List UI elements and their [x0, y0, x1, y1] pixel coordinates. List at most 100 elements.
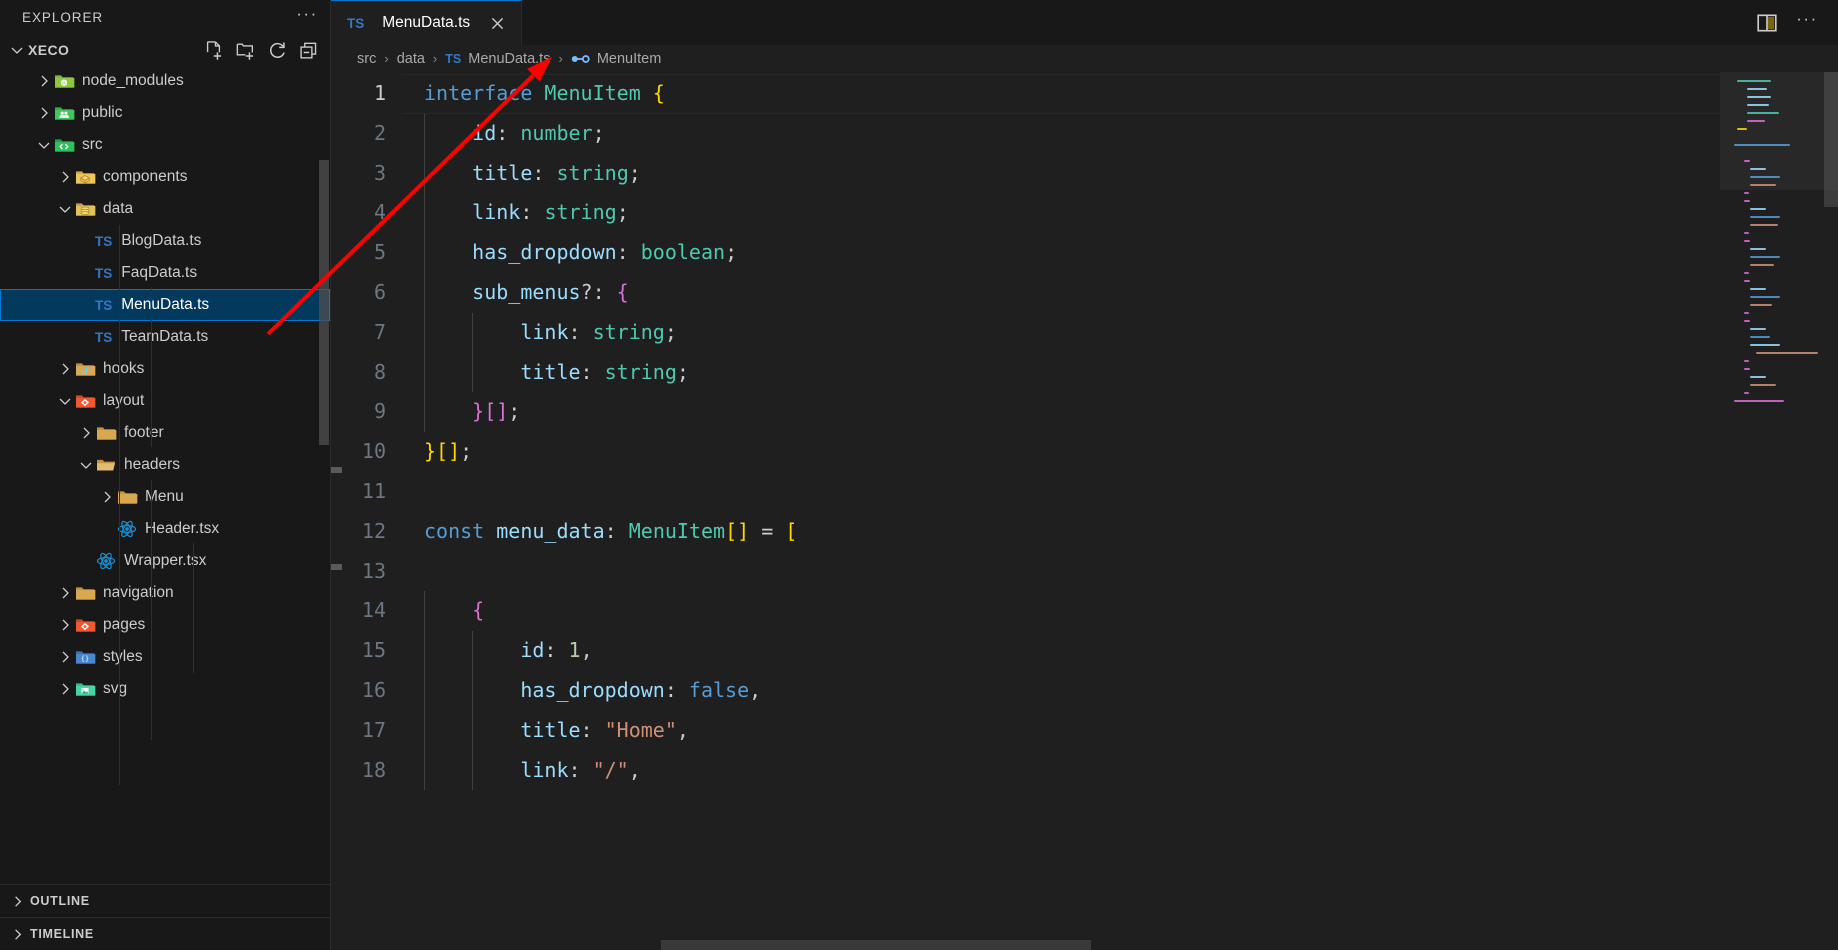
new-file-icon[interactable]	[203, 40, 224, 61]
chevron-right-icon[interactable]	[56, 584, 74, 602]
minimap-line	[1750, 224, 1778, 226]
chevron-down-icon[interactable]	[56, 392, 74, 410]
tree-item-wrapper-tsx[interactable]: Wrapper.tsx	[0, 545, 330, 577]
tab-menudata-ts[interactable]: TS MenuData.ts	[331, 0, 523, 45]
tree-item-label: navigation	[103, 584, 174, 601]
new-folder-icon[interactable]	[235, 40, 256, 61]
code-editor[interactable]: 1 interface MenuItem {2 id: number; 3 titl…	[331, 72, 1838, 938]
tree-item-menu[interactable]: Menu	[0, 481, 330, 513]
code-line[interactable]: 5 has_dropdown: boolean;	[342, 233, 1720, 273]
chevron-right-icon[interactable]	[8, 925, 26, 943]
folder-open-icon	[97, 459, 115, 471]
code-token: link	[472, 200, 521, 225]
code-token: }[]	[424, 439, 461, 464]
tree-item-layout[interactable]: layout	[0, 385, 330, 417]
code-line[interactable]: 7 link: string;	[342, 312, 1720, 353]
code-line[interactable]: 13	[342, 552, 1720, 592]
tree-item-menudata-ts[interactable]: TS MenuData.ts	[0, 289, 330, 321]
breadcrumb-item-src[interactable]: src	[357, 51, 376, 67]
chevron-right-icon[interactable]	[56, 680, 74, 698]
close-icon[interactable]	[485, 11, 509, 35]
horizontal-scrollbar[interactable]	[661, 940, 1091, 950]
chevron-right-icon[interactable]	[56, 360, 74, 378]
code-text: {	[404, 591, 484, 632]
svg-text:js: js	[61, 80, 65, 85]
minimap-line	[1743, 272, 1749, 274]
react-icon	[96, 552, 116, 570]
chevron-right-icon[interactable]	[56, 648, 74, 666]
code-line[interactable]: 12 const menu_data: MenuItem[] = [	[342, 512, 1720, 552]
chevron-right-icon[interactable]	[98, 488, 116, 506]
typescript-icon: TS	[95, 297, 113, 313]
chevron-right-icon[interactable]	[8, 892, 26, 910]
code-token: "/"	[592, 757, 629, 782]
breadcrumb-item-menudata-ts[interactable]: TS MenuData.ts	[445, 51, 550, 67]
minimap-slider[interactable]	[1720, 72, 1838, 190]
tree-item-blogdata-ts[interactable]: TS BlogData.ts	[0, 225, 330, 257]
chevron-right-icon[interactable]	[35, 104, 53, 122]
tree-item-public[interactable]: public	[0, 97, 330, 129]
tree-item-faqdata-ts[interactable]: TS FaqData.ts	[0, 257, 330, 289]
code-line[interactable]: 8 title: string;	[342, 352, 1720, 393]
breadcrumb-item-menuitem[interactable]: MenuItem	[571, 51, 661, 67]
indent-guide	[424, 233, 425, 273]
tree-item-label: hooks	[103, 360, 145, 377]
editor-vertical-scrollbar[interactable]	[1824, 72, 1838, 938]
chevron-right-icon[interactable]	[56, 168, 74, 186]
code-line[interactable]: 15 id: 1,	[342, 631, 1720, 671]
code-content[interactable]: 1 interface MenuItem {2 id: number; 3 titl…	[342, 72, 1720, 938]
minimap-line	[1750, 304, 1772, 306]
tree-item-hooks[interactable]: hooks	[0, 353, 330, 385]
code-line[interactable]: 3 title: string;	[342, 153, 1720, 194]
minimap-line	[1743, 232, 1749, 234]
code-line[interactable]: 16 has_dropdown: false,	[342, 670, 1720, 711]
minimap[interactable]	[1720, 72, 1838, 938]
chevron-down-icon[interactable]	[8, 41, 26, 59]
code-text: link: string;	[404, 193, 629, 234]
chevron-down-icon[interactable]	[35, 136, 53, 154]
chevron-right-icon[interactable]	[77, 424, 95, 442]
chevron-down-icon[interactable]	[56, 200, 74, 218]
line-number: 1	[373, 81, 386, 105]
code-line[interactable]: 4 link: string;	[342, 193, 1720, 234]
tree-item-footer[interactable]: footer	[0, 417, 330, 449]
chevron-down-icon[interactable]	[77, 456, 95, 474]
tree-item-pages[interactable]: pages	[0, 609, 330, 641]
chevron-right-icon[interactable]	[35, 72, 53, 90]
code-line[interactable]: 14 {	[342, 591, 1720, 632]
code-line[interactable]: 6 sub_menus?: {	[342, 272, 1720, 313]
explorer-more-actions-icon[interactable]: ···	[294, 5, 320, 31]
code-line[interactable]: 17 title: "Home",	[342, 710, 1720, 751]
split-editor-right-icon[interactable]	[1756, 12, 1778, 34]
breadcrumb-separator: ›	[558, 51, 563, 66]
tree-item-headers[interactable]: headers	[0, 449, 330, 481]
code-line[interactable]: 1 interface MenuItem {	[342, 74, 1720, 114]
code-token: ?:	[580, 279, 617, 304]
panel-header-outline[interactable]: OUTLINE	[0, 884, 330, 917]
chevron-right-icon[interactable]	[56, 616, 74, 634]
tree-item-teamdata-ts[interactable]: TS TeamData.ts	[0, 321, 330, 353]
breadcrumb-item-data[interactable]: data	[397, 51, 425, 67]
code-line[interactable]: 2 id: number;	[342, 113, 1720, 154]
tree-indent-guide	[151, 287, 152, 447]
workspace-root-row[interactable]: XECO	[0, 35, 330, 65]
code-line[interactable]: 18 link: "/",	[342, 750, 1720, 791]
code-line[interactable]: 10}[];	[342, 432, 1720, 472]
minimap-line	[1750, 288, 1766, 290]
tree-item-src[interactable]: src	[0, 129, 330, 161]
code-token: MenuItem	[628, 518, 726, 543]
tree-item-header-tsx[interactable]: Header.tsx	[0, 513, 330, 545]
tree-item-svg[interactable]: svg	[0, 673, 330, 705]
code-line[interactable]: 9 }[];	[342, 392, 1720, 433]
collapse-all-icon[interactable]	[299, 40, 320, 61]
refresh-icon[interactable]	[267, 40, 288, 61]
panel-header-timeline[interactable]: TIMELINE	[0, 917, 330, 950]
more-actions-icon[interactable]: ···	[1794, 10, 1820, 36]
sidebar-scrollbar[interactable]	[319, 160, 329, 445]
tree-item-styles[interactable]: {} styles	[0, 641, 330, 673]
tree-item-components[interactable]: components	[0, 161, 330, 193]
tree-item-node-modules[interactable]: js node_modules	[0, 65, 330, 97]
code-line[interactable]: 11	[342, 472, 1720, 512]
tree-item-data[interactable]: data	[0, 193, 330, 225]
tree-item-navigation[interactable]: navigation	[0, 577, 330, 609]
